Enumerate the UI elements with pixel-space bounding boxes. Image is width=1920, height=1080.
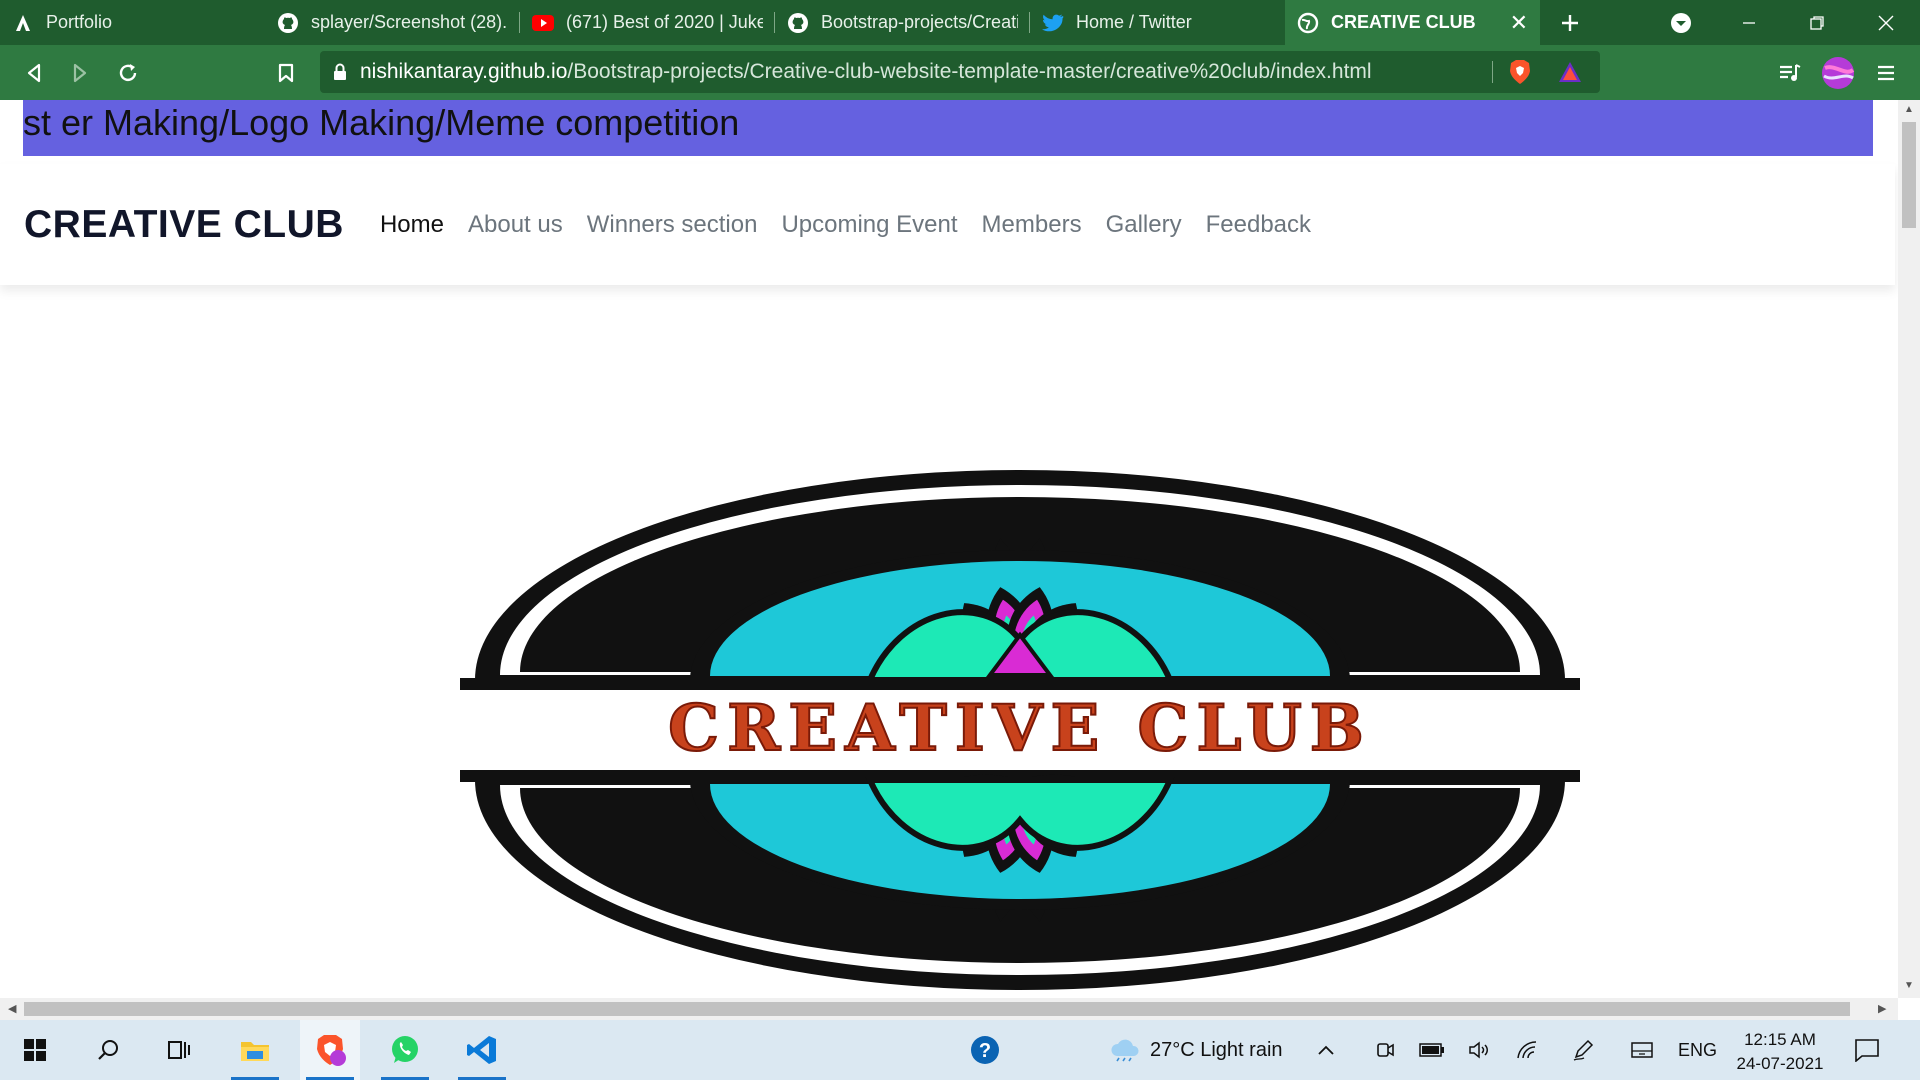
clock-time: 12:15 AM bbox=[1744, 1030, 1816, 1049]
tab-github-bootstrap[interactable]: Bootstrap-projects/Creati bbox=[775, 0, 1030, 45]
tab-portfolio[interactable]: Portfolio bbox=[0, 0, 265, 45]
page-viewport: st er Making/Logo Making/Meme competitio… bbox=[0, 100, 1898, 998]
touch-keyboard-icon[interactable] bbox=[1622, 1020, 1662, 1080]
tab-search-dropdown-icon[interactable] bbox=[1660, 0, 1702, 45]
restore-icon[interactable] bbox=[1793, 0, 1841, 45]
url-path: /Bootstrap-projects/Creative-club-websit… bbox=[567, 60, 1372, 83]
tab-label: Bootstrap-projects/Creati bbox=[821, 12, 1018, 32]
hero-mandala-logo: CREATIVE CLUB bbox=[460, 470, 1580, 990]
horizontal-scroll-thumb[interactable] bbox=[24, 1002, 1850, 1016]
nav-about-us[interactable]: About us bbox=[468, 211, 563, 239]
tab-label: Portfolio bbox=[46, 12, 113, 32]
forward-icon[interactable] bbox=[56, 51, 104, 95]
nav-gallery[interactable]: Gallery bbox=[1106, 211, 1182, 239]
windows-taskbar: ? 27°C Light rain ENG 12:15 AM 24-07-202… bbox=[0, 1020, 1920, 1080]
reload-icon[interactable] bbox=[104, 51, 152, 95]
twitter-icon bbox=[1042, 12, 1064, 34]
brave-shields-icon[interactable] bbox=[1508, 59, 1532, 90]
windows-start-icon[interactable] bbox=[5, 1020, 65, 1080]
url-host: nishikantaray.github.io bbox=[360, 60, 568, 83]
marquee-text: st er Making/Logo Making/Meme competitio… bbox=[23, 102, 740, 143]
tab-label: splayer/Screenshot (28).p bbox=[311, 12, 508, 32]
nav-links: Home About us Winners section Upcoming E… bbox=[380, 211, 1335, 239]
tab-label: (671) Best of 2020 | Jukeb bbox=[566, 12, 763, 32]
notification-center-icon[interactable] bbox=[1842, 1020, 1892, 1080]
weather-text[interactable]: 27°C Light rain bbox=[1150, 1039, 1283, 1062]
nav-feedback[interactable]: Feedback bbox=[1206, 211, 1311, 239]
close-window-icon[interactable] bbox=[1862, 0, 1910, 45]
wifi-icon[interactable] bbox=[1508, 1020, 1548, 1080]
language-indicator[interactable]: ENG bbox=[1678, 1040, 1717, 1061]
horizontal-scrollbar[interactable]: ◀ ▶ bbox=[0, 998, 1898, 1020]
nav-members[interactable]: Members bbox=[982, 211, 1082, 239]
nav-winners-section[interactable]: Winners section bbox=[587, 211, 758, 239]
tab-youtube[interactable]: (671) Best of 2020 | Jukeb bbox=[520, 0, 775, 45]
bookmark-icon[interactable] bbox=[262, 51, 310, 95]
new-tab-button[interactable] bbox=[1540, 0, 1600, 45]
volume-icon[interactable] bbox=[1460, 1020, 1500, 1080]
announcement-marquee: st er Making/Logo Making/Meme competitio… bbox=[23, 100, 1873, 156]
vertical-scroll-thumb[interactable] bbox=[1902, 122, 1916, 228]
menu-icon[interactable] bbox=[1862, 51, 1910, 95]
profile-avatar[interactable] bbox=[1814, 51, 1862, 95]
browser-tab-bar: Portfolio splayer/Screenshot (28).p (671… bbox=[0, 0, 1920, 45]
tab-creative-club[interactable]: CREATIVE CLUB ✕ bbox=[1285, 0, 1540, 45]
vscode-icon[interactable] bbox=[452, 1020, 512, 1080]
meet-now-icon[interactable] bbox=[1365, 1020, 1405, 1080]
hero-title-text: CREATIVE CLUB bbox=[668, 691, 1372, 766]
nav-home[interactable]: Home bbox=[380, 211, 444, 239]
media-queue-icon[interactable] bbox=[1766, 51, 1814, 95]
brave-rewards-icon[interactable] bbox=[1558, 61, 1582, 88]
github-icon bbox=[277, 12, 299, 34]
brave-browser-icon[interactable] bbox=[300, 1020, 360, 1080]
url-text: nishikantaray.github.io/Bootstrap-projec… bbox=[360, 60, 1372, 84]
nav-upcoming-event[interactable]: Upcoming Event bbox=[781, 211, 957, 239]
site-navbar: CREATIVE CLUB Home About us Winners sect… bbox=[0, 164, 1895, 285]
browser-toolbar: nishikantaray.github.io/Bootstrap-projec… bbox=[0, 45, 1920, 100]
youtube-icon bbox=[532, 12, 554, 34]
pen-icon[interactable] bbox=[1563, 1020, 1603, 1080]
a-logo-icon bbox=[12, 12, 34, 34]
whatsapp-icon[interactable] bbox=[375, 1020, 435, 1080]
task-view-icon[interactable] bbox=[150, 1020, 210, 1080]
tab-label: CREATIVE CLUB bbox=[1331, 12, 1476, 32]
github-icon bbox=[787, 12, 809, 34]
clock-date: 24-07-2021 bbox=[1736, 1054, 1824, 1073]
scroll-down-arrow-icon[interactable]: ▼ bbox=[1904, 980, 1914, 991]
weather-rain-icon bbox=[1095, 1020, 1155, 1080]
minimize-icon[interactable] bbox=[1725, 0, 1773, 45]
scroll-up-arrow-icon[interactable]: ▲ bbox=[1904, 104, 1914, 115]
battery-icon[interactable] bbox=[1412, 1020, 1452, 1080]
scroll-left-arrow-icon[interactable]: ◀ bbox=[8, 1002, 16, 1015]
globe-icon bbox=[1297, 12, 1319, 34]
tab-github-screenshot[interactable]: splayer/Screenshot (28).p bbox=[265, 0, 520, 45]
svg-text:?: ? bbox=[979, 1040, 991, 1062]
vertical-scrollbar[interactable]: ▲ ▼ bbox=[1898, 100, 1920, 998]
back-icon[interactable] bbox=[10, 51, 58, 95]
chevron-up-icon[interactable] bbox=[1306, 1020, 1346, 1080]
system-clock[interactable]: 12:15 AM 24-07-2021 bbox=[1725, 1028, 1835, 1076]
close-tab-icon[interactable]: ✕ bbox=[1500, 10, 1528, 36]
brand-logo-text[interactable]: CREATIVE CLUB bbox=[24, 203, 344, 247]
address-bar[interactable]: nishikantaray.github.io/Bootstrap-projec… bbox=[320, 51, 1600, 93]
tab-label: Home / Twitter bbox=[1076, 12, 1192, 32]
lock-icon[interactable] bbox=[320, 63, 360, 81]
help-icon[interactable]: ? bbox=[955, 1020, 1015, 1080]
file-explorer-icon[interactable] bbox=[225, 1020, 285, 1080]
tab-twitter[interactable]: Home / Twitter bbox=[1030, 0, 1285, 45]
scroll-right-arrow-icon[interactable]: ▶ bbox=[1878, 1002, 1886, 1015]
search-icon[interactable] bbox=[78, 1020, 138, 1080]
